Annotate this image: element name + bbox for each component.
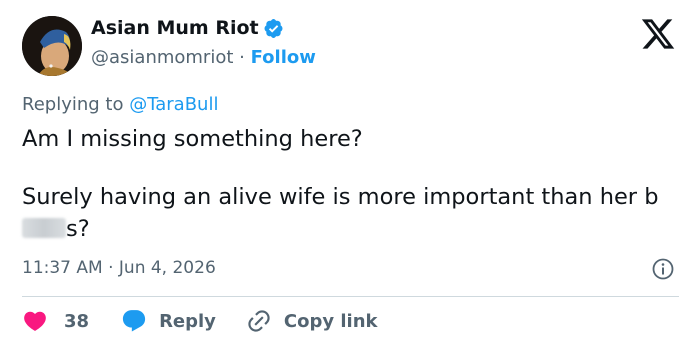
copy-link-button[interactable]: Copy link <box>246 308 378 334</box>
link-icon <box>248 310 270 332</box>
tweet-line-2-end: s? <box>66 216 90 242</box>
avatar[interactable] <box>22 16 82 76</box>
reply-mention-link[interactable]: @TaraBull <box>129 94 218 115</box>
like-count: 38 <box>64 310 90 332</box>
reply-context: Replying to @TaraBull <box>22 94 218 115</box>
tweet-line-2-text: Surely having an alive wife is more impo… <box>22 184 659 210</box>
like-button[interactable]: 38 <box>22 308 89 334</box>
avatar-portrait-icon <box>22 16 82 76</box>
author-name-row: Asian Mum Riot <box>91 17 284 39</box>
verified-badge-icon <box>264 18 283 38</box>
reply-context-prefix: Replying to <box>22 94 124 115</box>
action-bar: 38 Reply Copy link <box>22 306 378 336</box>
censor-blur <box>22 218 66 238</box>
tweet-line-2: Surely having an alive wife is more impo… <box>22 181 682 245</box>
copy-link-label: Copy link <box>283 310 378 332</box>
x-logo-icon[interactable] <box>638 16 678 52</box>
handle-separator: · <box>239 47 245 68</box>
reply-button[interactable]: Reply <box>121 308 216 334</box>
info-icon[interactable] <box>651 257 675 281</box>
author-handle-row: @asianmomriot · Follow <box>91 47 316 68</box>
author-display-name[interactable]: Asian Mum Riot <box>91 17 259 39</box>
tweet-timestamp[interactable]: 11:37 AM · Jun 4, 2026 <box>22 258 216 278</box>
follow-button[interactable]: Follow <box>251 47 316 68</box>
speech-bubble-icon <box>122 310 146 332</box>
tweet-body: Am I missing something here? Surely havi… <box>22 123 682 245</box>
heart-icon <box>24 311 46 331</box>
reply-label: Reply <box>159 310 216 332</box>
divider <box>22 296 679 297</box>
tweet-line-1: Am I missing something here? <box>22 126 363 152</box>
author-handle[interactable]: @asianmomriot <box>91 47 233 68</box>
